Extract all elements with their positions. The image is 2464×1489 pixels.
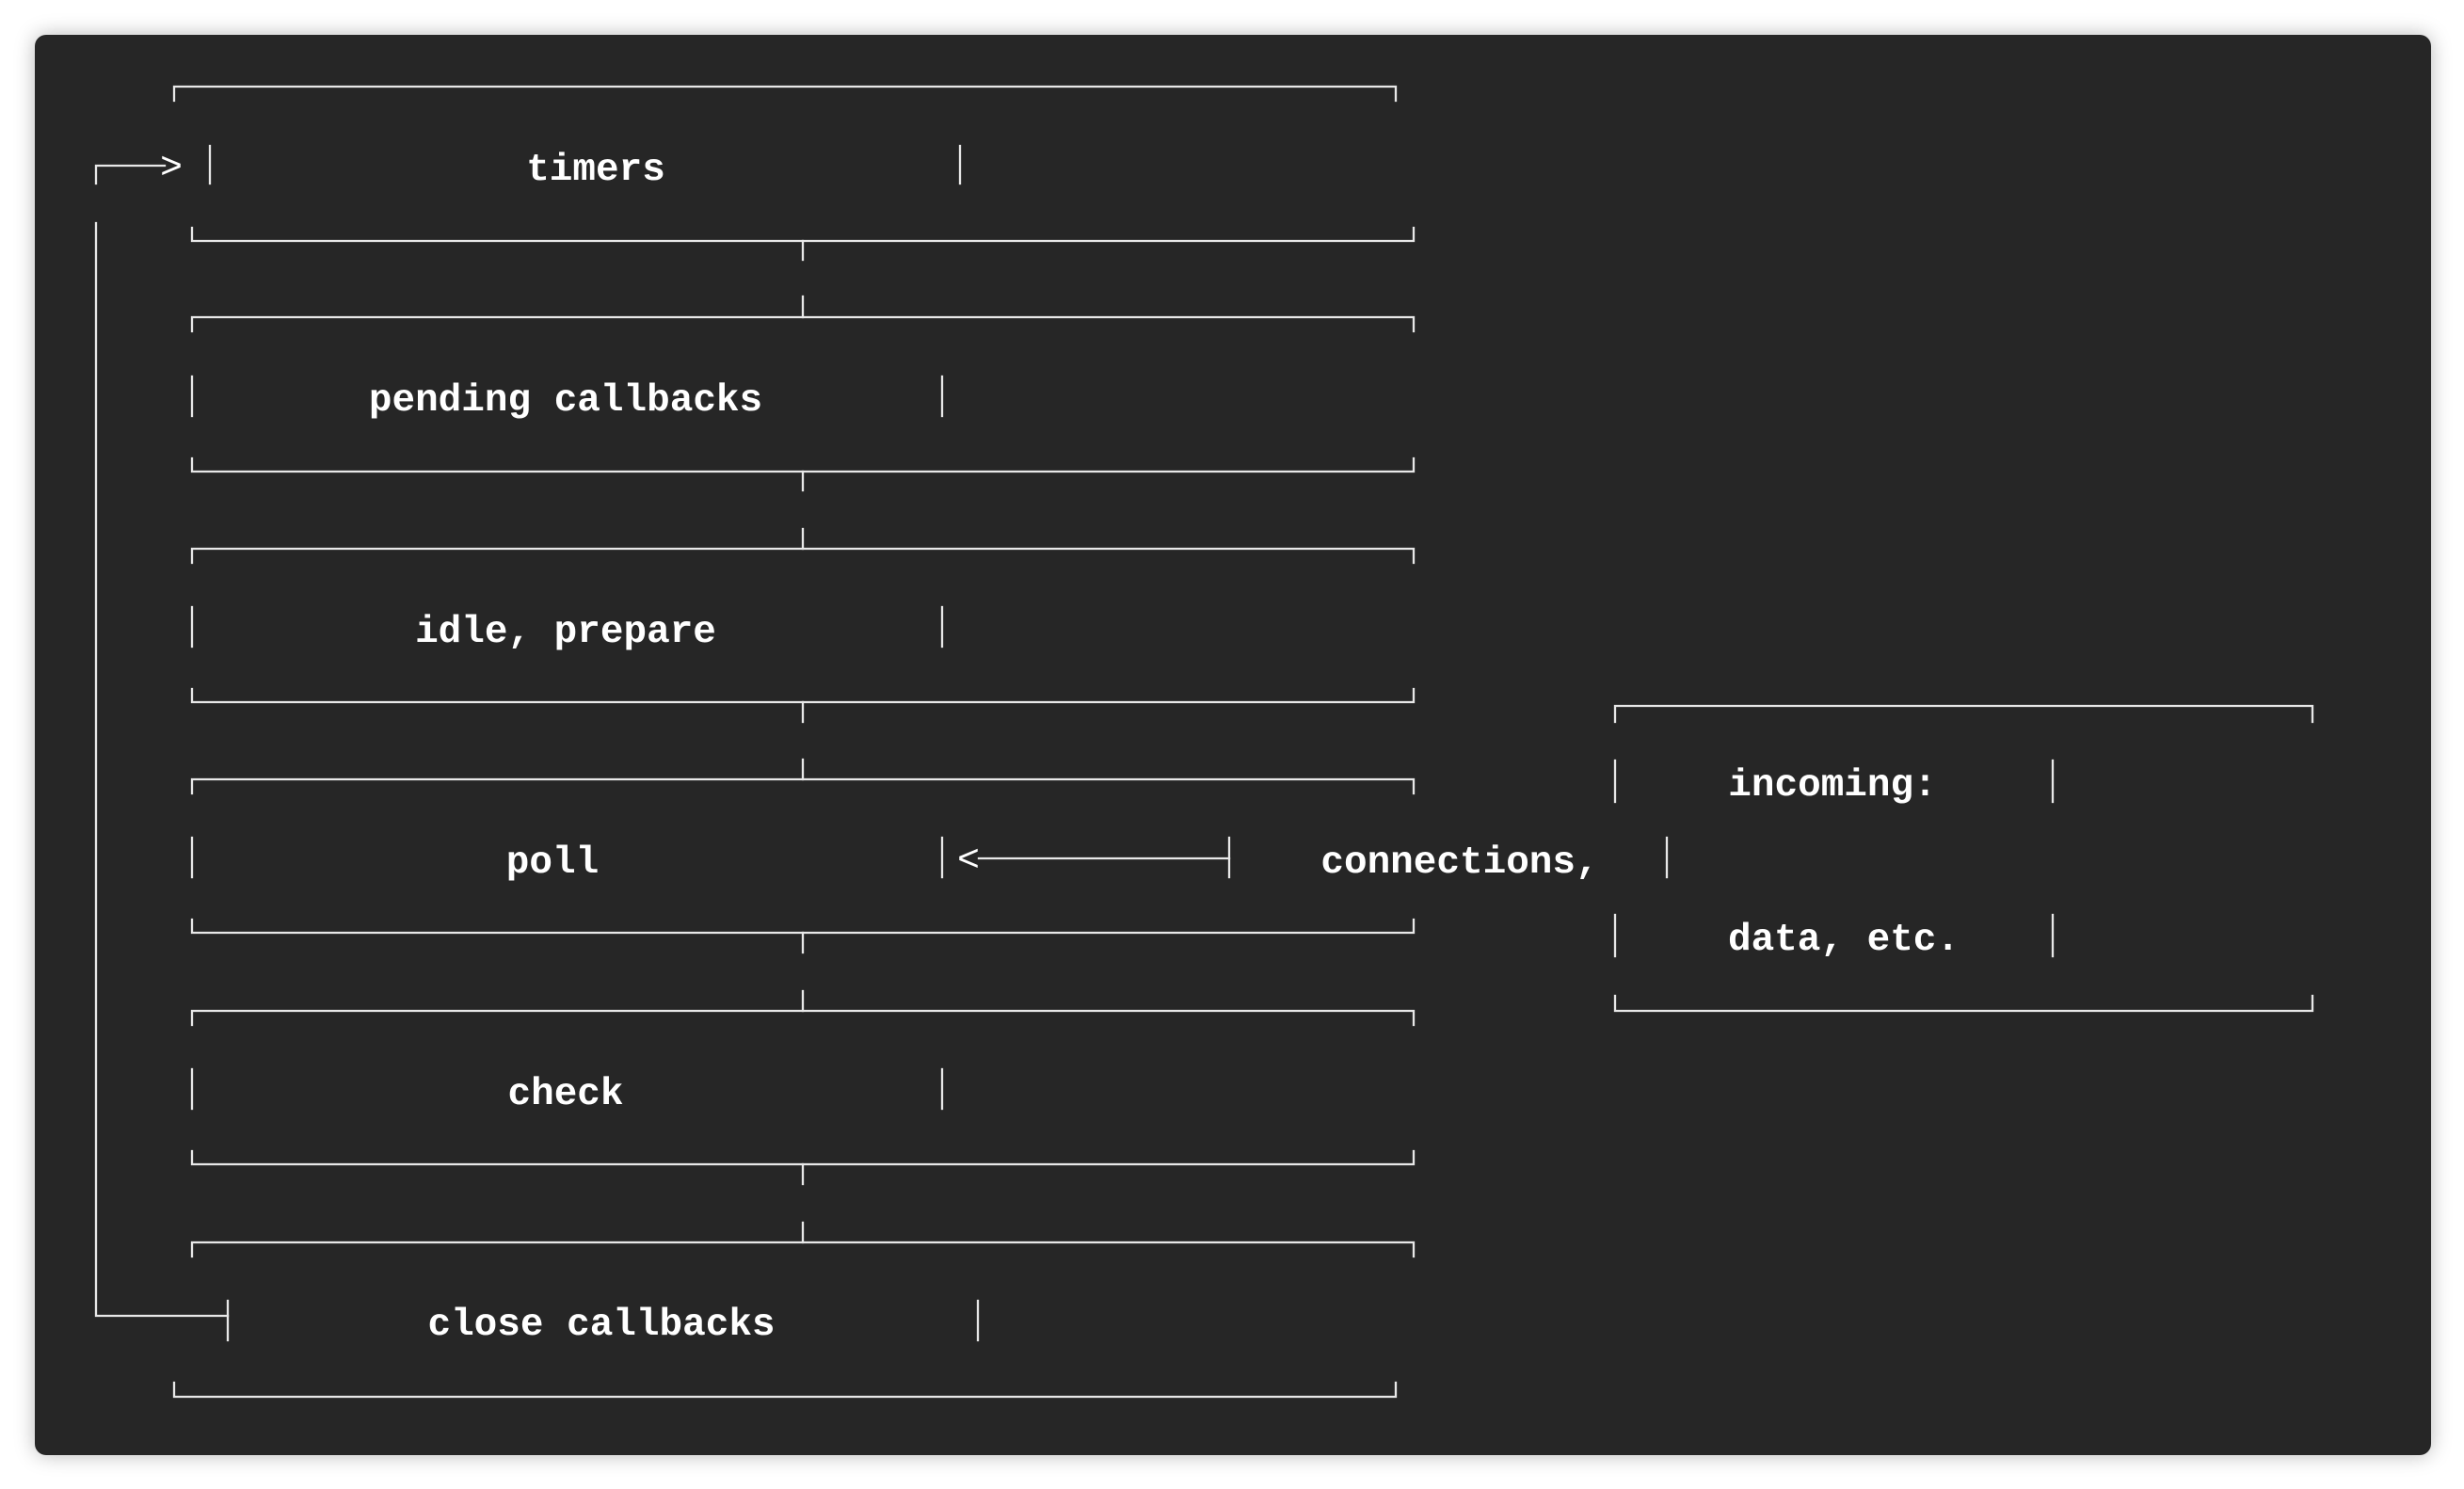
phase-label-check: check — [507, 1073, 623, 1116]
loop-back-arrow: > — [94, 148, 230, 1318]
phase-box-timers: timers — [172, 85, 1416, 262]
phase-label-close-callbacks: close callbacks — [427, 1304, 775, 1347]
phase-label-pending-callbacks: pending callbacks — [369, 379, 762, 423]
event-loop-diagram: timers pending callbacks idle, prepare p… — [94, 85, 2314, 1399]
phase-box-idle-prepare: idle, prepare — [190, 547, 1416, 724]
incoming-line-2: connections, — [1320, 841, 1598, 885]
phase-box-pending-callbacks: pending callbacks — [190, 315, 1416, 492]
incoming-to-poll-arrow: < — [957, 836, 1231, 883]
phase-box-check: check — [190, 1009, 1416, 1186]
loop-arrow-head: > — [160, 148, 183, 190]
incoming-line-3: data, etc. — [1728, 919, 1960, 962]
phase-box-close-callbacks: close callbacks — [172, 1241, 1416, 1399]
phase-box-poll: poll — [190, 777, 1416, 954]
incoming-box: incoming: connections, data, etc. — [1320, 704, 2314, 1013]
phase-label-poll: poll — [506, 841, 599, 885]
phase-label-timers: timers — [526, 149, 665, 192]
phase-label-idle-prepare: idle, prepare — [415, 611, 716, 654]
incoming-line-1: incoming: — [1728, 764, 1936, 808]
poll-arrow-head: < — [957, 841, 980, 883]
